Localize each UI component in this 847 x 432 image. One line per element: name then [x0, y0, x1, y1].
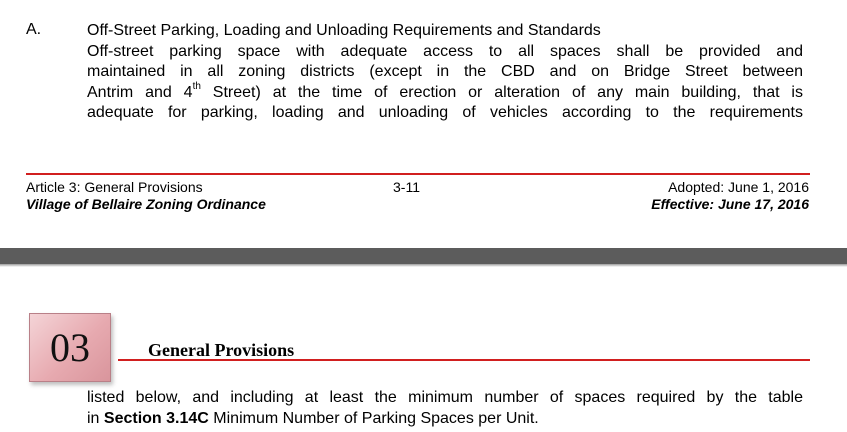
footer-adopted: Adopted: June 1, 2016: [668, 179, 809, 195]
superscript: th: [192, 81, 201, 93]
page-separator-shadow: [0, 264, 847, 267]
section-body: Off-Street Parking, Loading and Unloadin…: [87, 21, 803, 124]
body-line: Off-street parking space with adequate a…: [87, 42, 803, 60]
footer-article: Article 3: General Provisions: [26, 179, 203, 195]
document-page-top: A. Off-Street Parking, Loading and Unloa…: [0, 0, 847, 248]
section-reference: Section 3.14C: [103, 409, 209, 427]
body-text: in: [87, 409, 104, 427]
body-line: adequate for parking, loading and unload…: [87, 104, 803, 121]
body-text: Street) at the time of erection or alter…: [200, 83, 803, 101]
chapter-title-underline: [118, 359, 810, 361]
body-text: Antrim and 4: [87, 83, 193, 101]
footer-ordinance: Village of Bellaire Zoning Ordinance: [26, 196, 266, 212]
chapter-number-badge: 03: [29, 313, 111, 382]
page-number: 3-11: [393, 179, 420, 195]
chapter-number: 03: [50, 325, 90, 370]
body-line: Antrim and 4th Street) at the time of er…: [87, 81, 803, 104]
continuation-body: listed below, and including at least the…: [87, 388, 803, 429]
chapter-title: General Provisions: [148, 340, 295, 360]
footer-effective: Effective: June 17, 2016: [651, 196, 809, 212]
body-text: Minimum Number of Parking Spaces per Uni…: [208, 409, 539, 427]
body-line: listed below, and including at least the…: [87, 389, 803, 406]
section-heading: Off-Street Parking, Loading and Unloadin…: [87, 22, 601, 39]
body-line: maintained in all zoning districts (exce…: [87, 63, 803, 80]
footer-left: Article 3: General Provisions Village of…: [26, 179, 266, 213]
body-line: in Section 3.14C Minimum Number of Parki…: [87, 410, 539, 427]
footer-right: Adopted: June 1, 2016 Effective: June 17…: [651, 179, 809, 213]
page-separator: [0, 248, 847, 264]
section-letter: A.: [26, 21, 42, 38]
footer-divider: [26, 173, 810, 175]
